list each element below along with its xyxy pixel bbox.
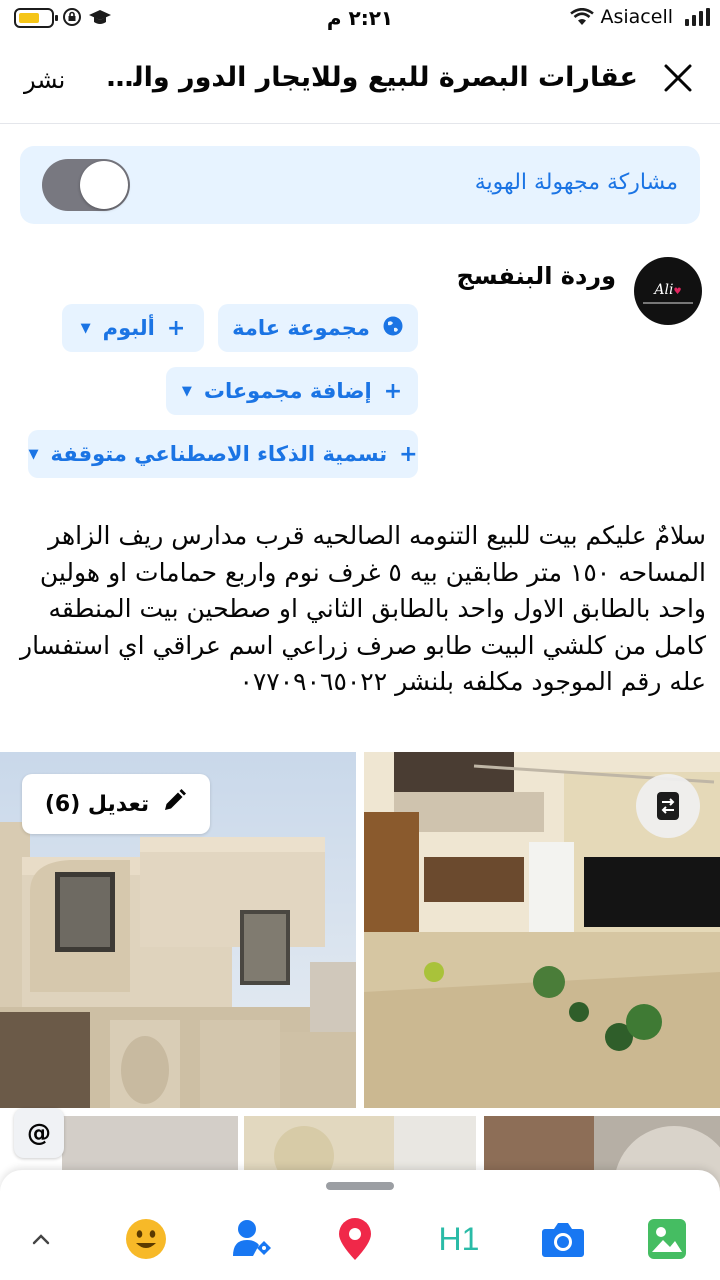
- plus-icon: +: [399, 441, 418, 467]
- caret-down-icon: ▼: [28, 446, 39, 462]
- album-label: ألبوم: [102, 316, 155, 340]
- author-name: وردة البنفسج: [456, 262, 616, 290]
- caret-down-icon: ▼: [80, 320, 91, 336]
- tag-people-icon[interactable]: [227, 1214, 277, 1264]
- location-icon[interactable]: [330, 1214, 380, 1264]
- sheet-handle[interactable]: [326, 1182, 394, 1190]
- composer-toolbar: H1: [0, 1170, 720, 1280]
- chevron-up-icon[interactable]: [16, 1214, 66, 1264]
- signal-icon: [685, 8, 710, 26]
- mention-button[interactable]: @: [14, 1108, 64, 1158]
- add-groups-label: إضافة مجموعات: [203, 379, 372, 403]
- pencil-icon: [161, 788, 187, 820]
- edit-photos-button[interactable]: تعديل (6): [22, 774, 210, 834]
- edit-photos-label: تعديل (6): [44, 791, 150, 817]
- caret-down-icon: ▼: [181, 383, 192, 399]
- audience-public-group-label: مجموعة عامة: [232, 316, 370, 340]
- ai-label-button[interactable]: + تسمية الذكاء الاصطناعي متوقفة ▼: [28, 430, 418, 478]
- carrier-name: Asiacell: [600, 6, 673, 28]
- wifi-icon: [570, 8, 595, 25]
- post-button[interactable]: نشر: [24, 66, 65, 94]
- close-icon[interactable]: [658, 58, 698, 98]
- anonymous-post-card: مشاركة مجهولة الهوية: [20, 146, 700, 224]
- avatar: Ali♥: [634, 257, 702, 325]
- swap-icon: [657, 792, 679, 820]
- post-text-input[interactable]: سلامٌ عليكم بيت للبيع التنومه الصالحيه ق…: [16, 518, 706, 701]
- swap-layout-button[interactable]: [636, 774, 700, 838]
- composer-header: نشر عقارات البصرة للبيع وللايجار الدور و…: [0, 38, 720, 124]
- emoji-icon[interactable]: [121, 1214, 171, 1264]
- audience-public-group-button[interactable]: مجموعة عامة: [218, 304, 418, 352]
- album-button[interactable]: + ألبوم ▼: [62, 304, 204, 352]
- anonymous-post-label: مشاركة مجهولة الهوية: [474, 170, 678, 195]
- photo-icon[interactable]: [642, 1214, 692, 1264]
- plus-icon: +: [166, 315, 186, 341]
- camera-icon[interactable]: [538, 1214, 588, 1264]
- group-title: عقارات البصرة للبيع وللايجار الدور والمش…: [92, 62, 638, 93]
- status-bar: ٢:٢١ م Asiacell: [0, 0, 720, 38]
- at-sign-icon: @: [27, 1119, 51, 1147]
- globe-icon: [382, 315, 404, 342]
- add-groups-button[interactable]: + إضافة مجموعات ▼: [166, 367, 418, 415]
- anonymous-toggle[interactable]: [42, 159, 130, 211]
- plus-icon: +: [383, 378, 403, 404]
- heading-icon[interactable]: H1: [434, 1214, 484, 1264]
- ai-label-text: تسمية الذكاء الاصطناعي متوقفة: [50, 442, 388, 466]
